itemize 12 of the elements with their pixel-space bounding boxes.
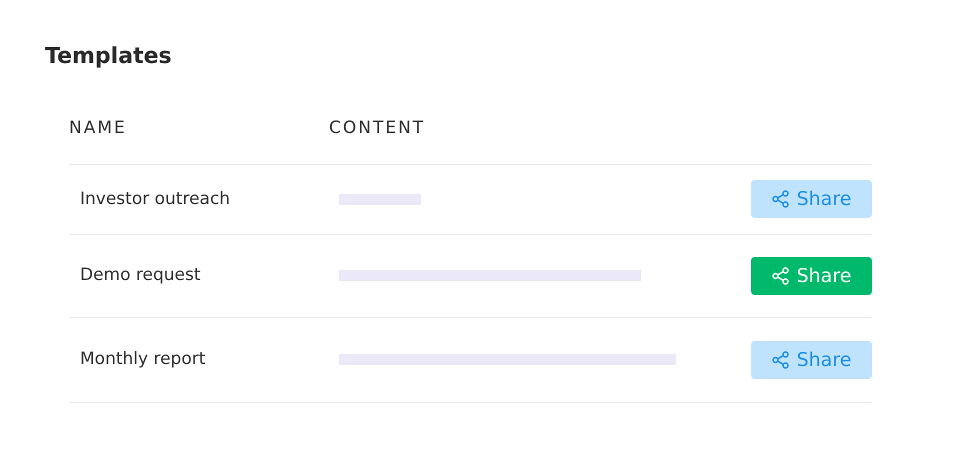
column-header: NAME	[69, 118, 127, 138]
share-icon	[772, 350, 789, 369]
share-icon	[772, 266, 789, 285]
template-name: Demo request	[79, 265, 201, 286]
page-title: Templates	[45, 44, 173, 70]
template-name: Investor outreach	[79, 188, 230, 209]
column-header: CONTENT	[329, 118, 426, 138]
share-button[interactable]: Share	[751, 256, 872, 295]
template-name: Monthly report	[79, 349, 206, 370]
share-button[interactable]: Share	[751, 180, 872, 218]
share-button[interactable]: Share	[751, 340, 872, 379]
share-icon	[772, 190, 789, 208]
